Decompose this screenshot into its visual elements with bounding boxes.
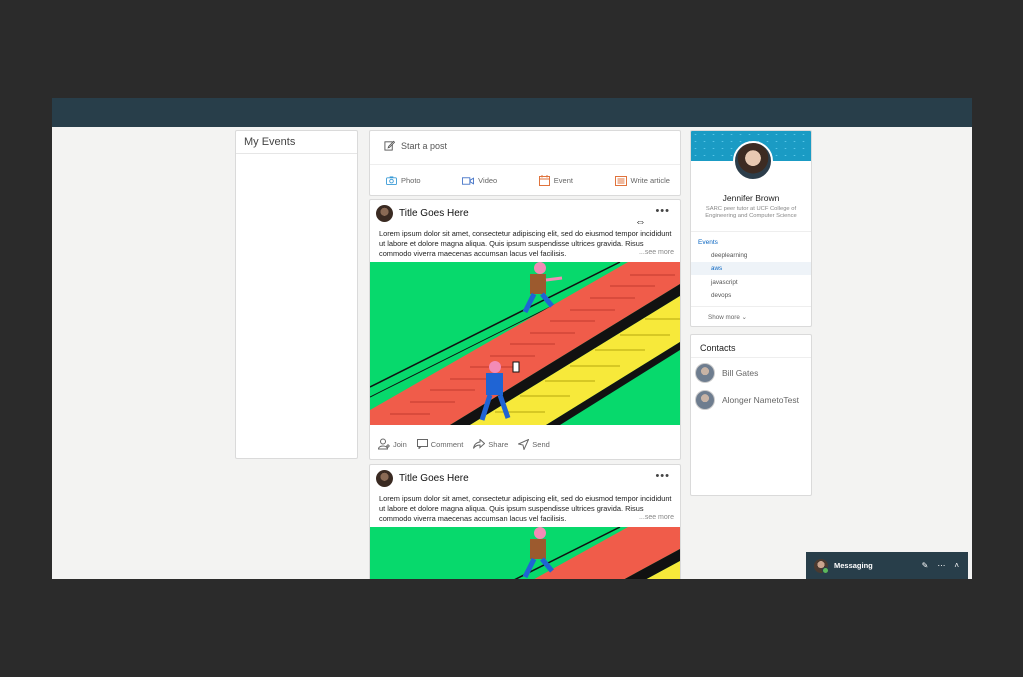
show-more-button[interactable]: Show more ⌄ (708, 314, 747, 321)
profile-card: Jennifer Brown SARC peer tutor at UCF Co… (690, 130, 812, 327)
events-label[interactable]: Events (698, 239, 718, 246)
see-more-link[interactable]: ...see more (635, 249, 674, 256)
comment-icon (416, 439, 428, 449)
send-button[interactable]: Send (518, 438, 550, 450)
chevron-down-icon: ⌄ (741, 314, 747, 321)
video-label: Video (478, 176, 498, 185)
resize-cursor-icon: ⇔ (635, 216, 646, 228)
share-button[interactable]: Share (473, 438, 508, 450)
event-item-devops[interactable]: devops (691, 289, 811, 302)
avatar (695, 363, 715, 383)
edit-icon (384, 140, 395, 151)
add-person-icon (378, 438, 390, 450)
photo-button[interactable]: Photo (386, 175, 421, 186)
chevron-up-icon[interactable]: ˄ (954, 561, 959, 570)
contact-name: Alonger NametoTest (722, 395, 800, 405)
video-icon (462, 176, 475, 185)
event-label: Event (553, 176, 573, 185)
author-avatar[interactable] (376, 205, 393, 222)
feed-post: Title Goes Here ••• Lorem ipsum dolor si… (369, 199, 681, 460)
video-button[interactable]: Video (462, 175, 497, 186)
my-events-title: My Events (236, 131, 357, 154)
feed-post: Title Goes Here ••• Lorem ipsum dolor si… (369, 464, 681, 579)
more-options-icon[interactable]: ••• (655, 470, 670, 482)
send-icon (518, 438, 530, 450)
author-avatar[interactable] (376, 470, 393, 487)
comment-label: Comment (430, 439, 464, 449)
post-image[interactable] (370, 262, 680, 425)
join-label: Join (393, 439, 407, 449)
event-button[interactable]: Event (538, 175, 573, 186)
avatar (695, 390, 715, 410)
divider (691, 231, 811, 232)
join-button[interactable]: Join (378, 438, 407, 450)
post-title: Title Goes Here (399, 208, 469, 219)
app-window: My Events Start a post Photo Video Event (52, 98, 972, 579)
contact-item[interactable]: Alonger NametoTest (695, 390, 799, 410)
profile-headline: SARC peer tutor at UCF College of Engine… (705, 206, 797, 219)
send-label: Send (532, 439, 550, 449)
post-composer: Start a post Photo Video Event Write art… (369, 130, 681, 196)
top-navbar (52, 98, 972, 127)
post-body: Lorem ipsum dolor sit amet, consectetur … (379, 494, 672, 523)
avatar (814, 558, 829, 574)
post-title: Title Goes Here (399, 473, 469, 484)
event-item-javascript[interactable]: javascript (691, 276, 811, 289)
compose-icon[interactable]: ✎ (922, 561, 929, 570)
calendar-icon (538, 175, 550, 186)
more-options-icon[interactable]: ⋯ (937, 561, 945, 570)
event-item-deeplearning[interactable]: deeplearning (691, 249, 811, 262)
divider (370, 164, 680, 165)
contacts-card: Contacts Bill Gates Alonger NametoTest (690, 334, 812, 496)
post-image[interactable] (370, 527, 680, 579)
profile-name[interactable]: Jennifer Brown (691, 193, 811, 203)
profile-avatar[interactable] (733, 141, 773, 181)
camera-icon (386, 176, 397, 185)
divider (691, 306, 811, 307)
messaging-label: Messaging (834, 561, 873, 570)
write-article-label: Write article (630, 176, 670, 185)
post-body: Lorem ipsum dolor sit amet, consectetur … (379, 229, 672, 258)
start-post-label: Start a post (401, 140, 448, 151)
article-icon (614, 175, 627, 186)
comment-button[interactable]: Comment (416, 438, 464, 450)
contact-name: Bill Gates (722, 368, 759, 378)
photo-label: Photo (401, 176, 421, 185)
write-article-button[interactable]: Write article (614, 175, 670, 186)
more-options-icon[interactable]: ••• (655, 205, 670, 217)
start-post-button[interactable]: Start a post (384, 140, 447, 151)
my-events-card: My Events (235, 130, 358, 459)
messaging-bar[interactable]: Messaging ✎ ⋯ ˄ (806, 552, 968, 579)
see-more-link[interactable]: ...see more (635, 514, 674, 521)
contact-item[interactable]: Bill Gates (695, 363, 758, 383)
event-item-aws[interactable]: aws (691, 262, 811, 275)
share-label: Share (488, 439, 509, 449)
contacts-title: Contacts (691, 335, 811, 358)
share-icon (473, 439, 486, 449)
show-more-label: Show more (708, 314, 740, 321)
